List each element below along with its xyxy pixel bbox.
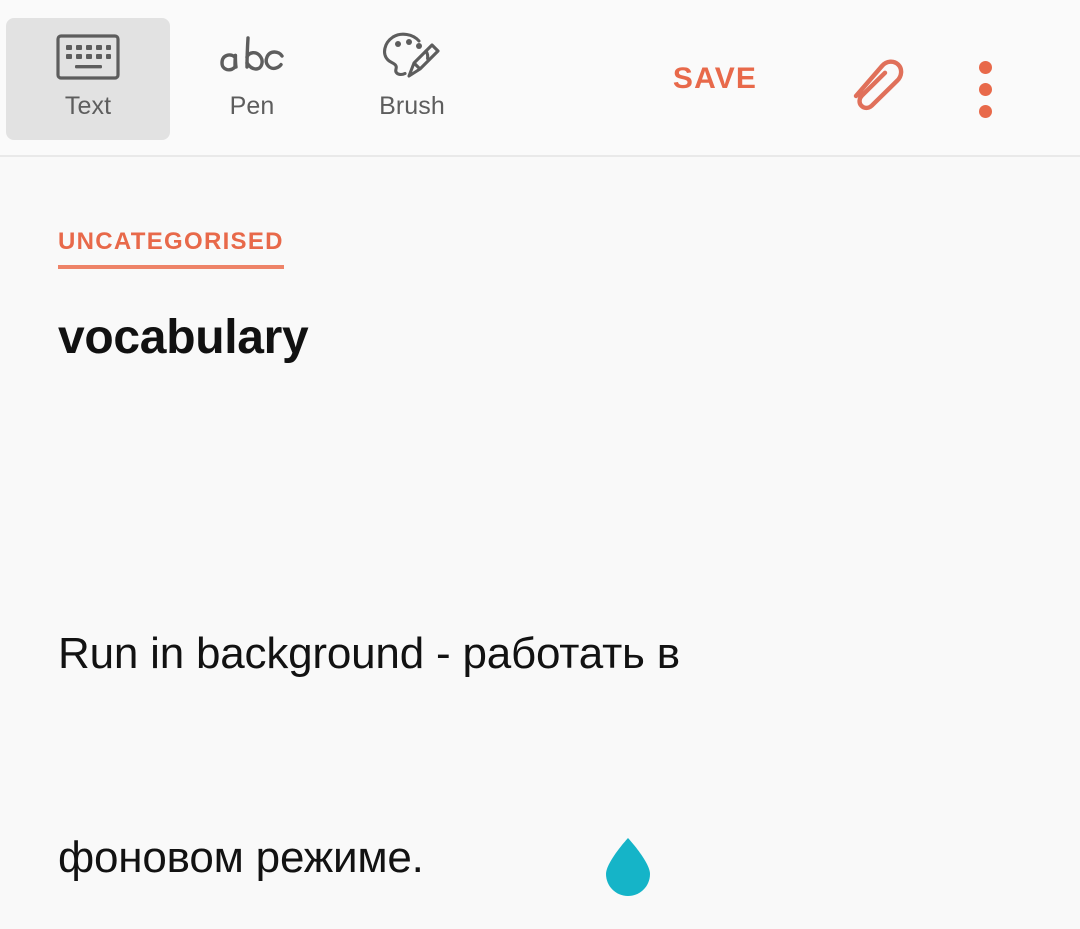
note-editor-area[interactable]: UNCATEGORISED vocabulary Run in backgrou… (0, 157, 1080, 929)
more-vertical-icon-dot-3 (978, 104, 992, 118)
tab-pen[interactable]: Pen (170, 18, 334, 140)
more-vertical-icon-dot-1 (978, 60, 992, 74)
top-toolbar: Text Pen Brush SAVE (0, 0, 1080, 157)
palette-brush-icon (379, 26, 445, 88)
note-body-text[interactable]: Run in background - работать в фоновом р… (58, 484, 1018, 929)
note-title[interactable]: vocabulary (58, 310, 309, 365)
abc-pen-icon (215, 26, 289, 88)
tab-text[interactable]: Text (6, 18, 170, 140)
tab-text-label: Text (64, 92, 112, 120)
more-options-button[interactable] (950, 48, 1020, 130)
attach-button[interactable] (836, 48, 918, 130)
tab-pen-label: Pen (229, 92, 275, 120)
text-selection-handle[interactable] (600, 836, 656, 898)
category-label[interactable]: UNCATEGORISED (58, 228, 284, 269)
note-body-line: фоновом режиме. (58, 833, 424, 882)
keyboard-icon (56, 26, 120, 88)
paperclip-icon (849, 56, 905, 123)
save-button[interactable]: SAVE (640, 55, 790, 103)
tab-brush-label: Brush (379, 92, 445, 120)
more-vertical-icon-dot-2 (978, 82, 992, 96)
tab-brush[interactable]: Brush (330, 18, 494, 140)
note-body-line: Run in background - работать в (58, 629, 680, 678)
